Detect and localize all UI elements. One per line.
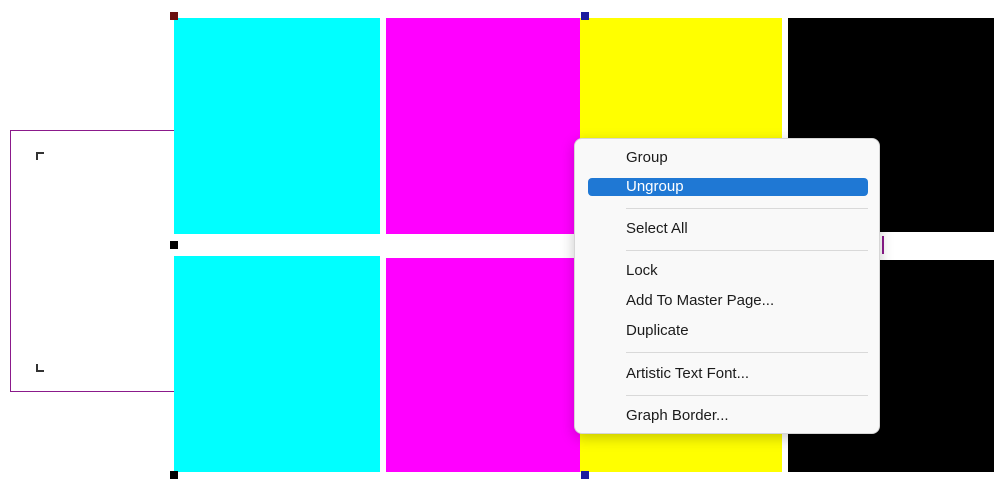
menu-separator	[626, 352, 868, 353]
cyan-swatch-bottom[interactable]	[174, 256, 380, 472]
menu-separator	[626, 250, 868, 251]
menu-item-select-all[interactable]: Select All	[588, 220, 868, 238]
frame-corner-marker-bottom-left	[36, 364, 44, 372]
selection-handle-middle-left[interactable]	[170, 241, 178, 249]
menu-item-duplicate[interactable]: Duplicate	[588, 322, 868, 340]
menu-separator	[626, 395, 868, 396]
menu-item-add-to-master-page[interactable]: Add To Master Page...	[588, 292, 868, 310]
menu-item-artistic-text-font[interactable]: Artistic Text Font...	[588, 365, 868, 383]
cyan-swatch-top[interactable]	[174, 18, 380, 234]
frame-corner-marker-top-left	[36, 152, 44, 160]
menu-item-lock[interactable]: Lock	[588, 262, 868, 280]
text-frame[interactable]	[10, 130, 174, 392]
magenta-swatch-top[interactable]	[386, 18, 580, 234]
magenta-swatch-bottom[interactable]	[386, 258, 580, 472]
selection-handle-top-middle[interactable]	[581, 12, 589, 20]
menu-item-graph-border[interactable]: Graph Border...	[588, 407, 868, 425]
menu-item-ungroup[interactable]: Ungroup	[588, 178, 868, 196]
context-menu: Group Ungroup Select All Lock Add To Mas…	[574, 138, 880, 434]
frame-edge-marker	[882, 236, 884, 254]
selection-handle-top-left[interactable]	[170, 12, 178, 20]
menu-separator	[626, 208, 868, 209]
menu-item-group[interactable]: Group	[588, 149, 868, 167]
